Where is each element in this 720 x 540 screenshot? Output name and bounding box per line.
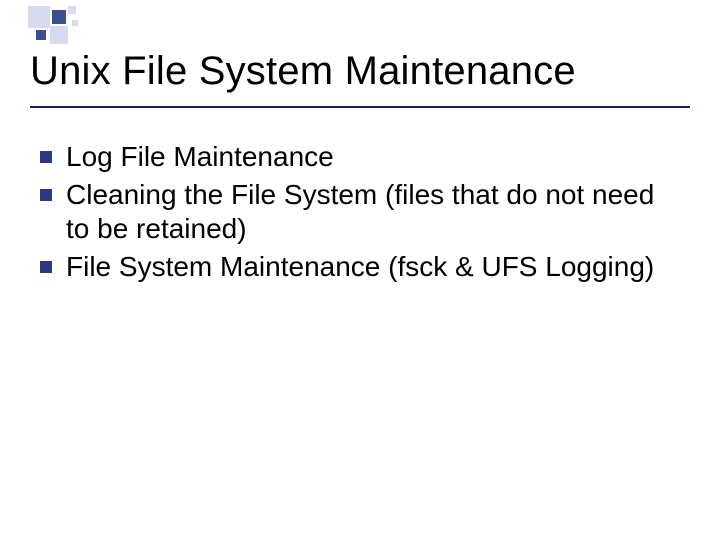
list-item-text: Log File Maintenance [66,140,680,174]
title-underline [30,106,690,108]
list-item-text: Cleaning the File System (files that do … [66,178,680,246]
list-item: File System Maintenance (fsck & UFS Logg… [40,250,680,284]
slide: Unix File System Maintenance Log File Ma… [0,0,720,540]
corner-decoration [28,6,148,42]
square-bullet-icon [40,151,52,163]
slide-title: Unix File System Maintenance [30,48,576,94]
list-item-text: File System Maintenance (fsck & UFS Logg… [66,250,680,284]
square-bullet-icon [40,261,52,273]
square-bullet-icon [40,189,52,201]
list-item: Cleaning the File System (files that do … [40,178,680,246]
slide-body: Log File Maintenance Cleaning the File S… [40,140,680,289]
list-item: Log File Maintenance [40,140,680,174]
